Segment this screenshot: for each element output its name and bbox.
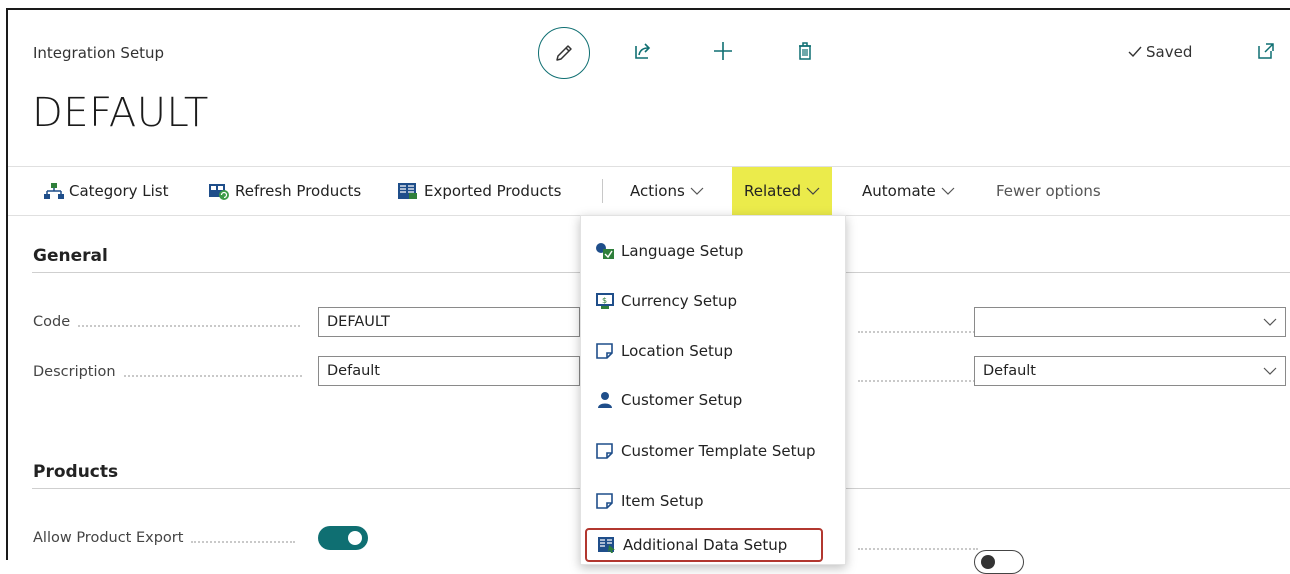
pencil-icon [556, 45, 572, 61]
menu-item-location-setup[interactable]: Location Setup [595, 334, 733, 368]
menu-item-currency-setup[interactable]: $ Currency Setup [595, 284, 737, 318]
fewer-options-link[interactable]: Fewer options [996, 167, 1101, 215]
share-button[interactable] [628, 36, 658, 66]
refresh-products-label: Refresh Products [235, 182, 362, 200]
description-field[interactable]: Default [318, 356, 580, 386]
exported-products-label: Exported Products [424, 182, 562, 200]
products-section-title[interactable]: Products [33, 462, 118, 482]
hierarchy-icon [44, 183, 64, 199]
toggle-knob [981, 555, 995, 569]
right-label-dots [858, 379, 978, 382]
exported-products-action[interactable]: Exported Products [397, 167, 561, 215]
svg-text:$: $ [602, 296, 607, 305]
share-icon [635, 43, 651, 59]
customer-icon [598, 392, 612, 408]
description-value: Default [327, 363, 380, 379]
label-dots [191, 540, 296, 543]
related-dropdown-menu: Language Setup $ Currency Setup Location… [580, 215, 846, 565]
right-select-2[interactable]: Default [974, 356, 1286, 386]
menu-item-label: Additional Data Setup [623, 536, 788, 554]
menu-item-label: Customer Template Setup [621, 442, 816, 460]
delete-button[interactable] [790, 36, 820, 66]
allow-export-label-text: Allow Product Export [33, 530, 184, 546]
currency-setup-icon: $ [596, 293, 614, 309]
allow-export-label: Allow Product Export [33, 530, 296, 546]
actions-label: Actions [630, 182, 685, 200]
page-card: Integration Setup DEFAULT Saved Category… [6, 8, 1290, 574]
description-label-text: Description [33, 364, 116, 380]
open-new-window-button[interactable] [1253, 38, 1279, 64]
category-list-action[interactable]: Category List [44, 167, 169, 215]
action-bar: Category List Refresh Products Exported … [8, 166, 1290, 216]
allow-export-toggle[interactable] [318, 526, 368, 550]
automate-menu[interactable]: Automate [862, 167, 955, 215]
saved-label: Saved [1146, 43, 1193, 61]
related-label: Related [744, 182, 801, 200]
exported-products-icon [398, 183, 417, 199]
check-icon [1128, 46, 1142, 58]
refresh-products-action[interactable]: Refresh Products [208, 167, 361, 215]
menu-item-label: Location Setup [621, 342, 733, 360]
description-label: Description [33, 364, 302, 380]
chevron-down-icon [806, 187, 820, 195]
page-icon [596, 443, 613, 459]
right-select-2-value: Default [983, 363, 1036, 379]
menu-item-customer-setup[interactable]: Customer Setup [595, 383, 742, 417]
chevron-down-icon [1263, 318, 1277, 326]
chevron-down-icon [690, 187, 704, 195]
right-select-1[interactable] [974, 307, 1286, 337]
fewer-options-label: Fewer options [996, 182, 1101, 200]
category-list-label: Category List [69, 182, 169, 200]
breadcrumb: Integration Setup [33, 44, 165, 62]
chevron-down-icon [1263, 367, 1277, 375]
right-label-dots [858, 547, 978, 550]
menu-item-additional-data-setup[interactable]: Additional Data Setup [585, 528, 823, 562]
additional-data-icon [598, 537, 615, 553]
menu-item-language-setup[interactable]: Language Setup [595, 234, 743, 268]
edit-button[interactable] [538, 27, 590, 79]
code-field[interactable]: DEFAULT [318, 307, 580, 337]
right-toggle[interactable] [974, 550, 1024, 574]
menu-item-customer-template-setup[interactable]: Customer Template Setup [595, 434, 816, 468]
menu-item-label: Language Setup [621, 242, 744, 260]
related-menu[interactable]: Related [732, 167, 832, 215]
general-section-title[interactable]: General [33, 246, 108, 266]
code-label: Code [33, 314, 301, 330]
label-dots [78, 324, 301, 327]
chevron-down-icon [941, 187, 955, 195]
toggle-knob [348, 531, 362, 545]
language-setup-icon [596, 243, 614, 259]
code-label-text: Code [33, 314, 71, 330]
plus-icon [714, 42, 732, 60]
menu-item-label: Item Setup [621, 492, 704, 510]
page-icon [596, 343, 613, 359]
trash-icon [799, 42, 811, 60]
page-icon [596, 493, 613, 509]
top-strip [0, 0, 1290, 8]
code-value: DEFAULT [327, 314, 390, 330]
label-dots [123, 374, 302, 377]
popout-icon [1258, 43, 1274, 59]
menu-item-item-setup[interactable]: Item Setup [595, 484, 704, 518]
right-label-dots [858, 330, 978, 333]
page-title: DEFAULT [32, 90, 209, 136]
action-separator [602, 179, 603, 203]
menu-item-label: Customer Setup [621, 391, 743, 409]
actions-menu[interactable]: Actions [630, 167, 704, 215]
saved-status: Saved [1128, 43, 1192, 61]
automate-label: Automate [862, 182, 936, 200]
refresh-products-icon [209, 184, 229, 200]
menu-item-label: Currency Setup [621, 292, 738, 310]
new-button[interactable] [708, 36, 738, 66]
